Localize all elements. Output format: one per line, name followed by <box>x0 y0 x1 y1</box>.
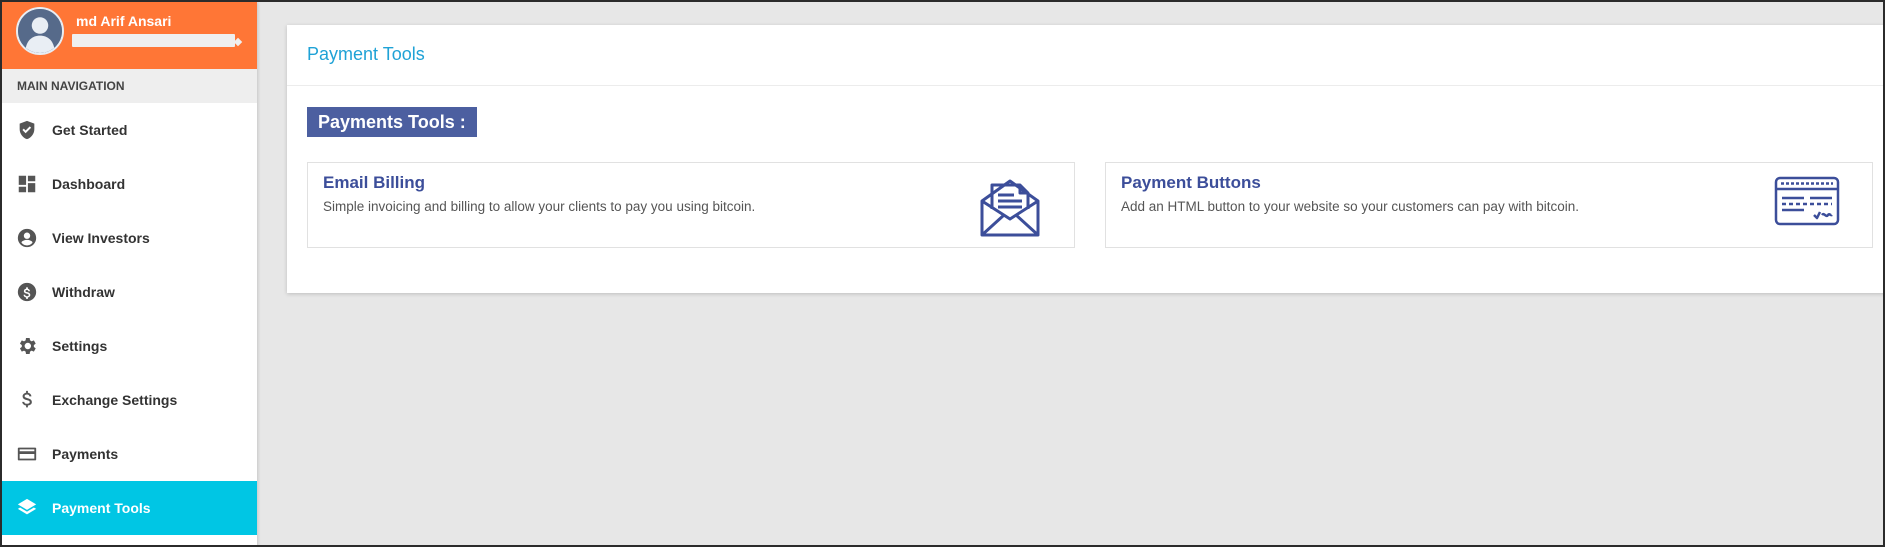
app-frame: md Arif Ansari MAIN NAVIGATION Get Start… <box>0 0 1885 547</box>
sidebar-item-exchange-settings[interactable]: Exchange Settings <box>2 373 257 427</box>
dashboard-icon <box>16 173 38 195</box>
sidebar-item-label: Payments <box>52 446 119 462</box>
tool-title[interactable]: Payment Buttons <box>1121 173 1261 193</box>
sidebar-item-label: Get Started <box>52 122 128 138</box>
sidebar-item-dashboard[interactable]: Dashboard <box>2 157 257 211</box>
shield-check-icon <box>16 119 38 141</box>
section-label: Payments Tools : <box>307 107 477 137</box>
sidebar-item-get-started[interactable]: Get Started <box>2 103 257 157</box>
user-name: md Arif Ansari <box>76 13 172 29</box>
sidebar-item-label: Dashboard <box>52 176 126 192</box>
user-status-field <box>72 34 235 47</box>
sidebar-item-label: View Investors <box>52 230 150 246</box>
sidebar-item-label: Payment Tools <box>52 500 151 516</box>
avatar-icon[interactable] <box>16 7 64 55</box>
sidebar-item-label: Exchange Settings <box>52 392 178 408</box>
dollar-icon <box>16 389 38 411</box>
credit-card-icon <box>16 443 38 465</box>
sidebar-item-view-investors[interactable]: View Investors <box>2 211 257 265</box>
sidebar-item-withdraw[interactable]: Withdraw <box>2 265 257 319</box>
gear-icon <box>16 335 38 357</box>
user-circle-icon <box>16 227 38 249</box>
check-document-icon <box>1774 175 1840 232</box>
sidebar-item-label: Withdraw <box>52 284 115 300</box>
dollar-circle-icon <box>16 281 38 303</box>
email-billing-card[interactable]: Email Billing Simple invoicing and billi… <box>307 162 1075 248</box>
tool-title[interactable]: Email Billing <box>323 173 425 193</box>
tool-description: Add an HTML button to your website so yo… <box>1121 199 1579 214</box>
payment-buttons-card[interactable]: Payment Buttons Add an HTML button to yo… <box>1105 162 1873 248</box>
tool-description: Simple invoicing and billing to allow yo… <box>323 199 756 214</box>
page-title: Payment Tools <box>287 25 1883 86</box>
sidebar-item-label: Settings <box>52 338 108 354</box>
user-panel: md Arif Ansari <box>2 2 257 69</box>
sidebar-item-settings[interactable]: Settings <box>2 319 257 373</box>
payment-tools-panel: Payment Tools Payments Tools : Email Bil… <box>287 25 1883 293</box>
sidebar: md Arif Ansari MAIN NAVIGATION Get Start… <box>2 2 257 545</box>
envelope-letter-icon <box>978 175 1042 244</box>
sidebar-item-payments[interactable]: Payments <box>2 427 257 481</box>
nav-header: MAIN NAVIGATION <box>2 69 257 103</box>
sidebar-item-payment-tools[interactable]: Payment Tools <box>2 481 257 535</box>
layers-icon <box>16 497 38 519</box>
